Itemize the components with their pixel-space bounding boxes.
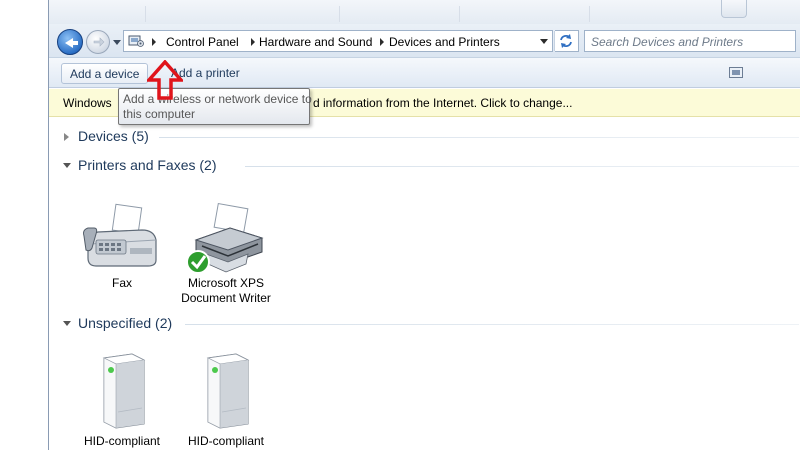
breadcrumb-separator-icon[interactable] [251,38,255,46]
control-panel-icon [128,35,144,47]
change-view-icon[interactable] [729,67,743,78]
breadcrumb-devices-and-printers[interactable]: Devices and Printers [389,35,500,49]
breadcrumb-separator-icon[interactable] [152,38,156,46]
group-unspecified-title[interactable]: Unspecified (2) [78,315,172,331]
collapse-arrow-icon[interactable] [63,163,71,168]
device-label: HID-compliant [187,434,265,448]
minimize-button[interactable] [721,0,747,18]
add-device-button[interactable]: Add a device [61,63,149,84]
address-history-dropdown-icon[interactable] [540,39,548,44]
ghost-separator [145,6,146,22]
fax-machine-icon [83,203,157,267]
group-divider [185,324,799,325]
device-label: Fax [111,276,132,290]
group-devices-title[interactable]: Devices (5) [78,128,149,144]
navigation-bar: Control Panel Hardware and Sound Devices… [49,24,800,58]
group-printers-title[interactable]: Printers and Faxes (2) [78,157,217,173]
tooltip-line-2: this computer [123,107,196,121]
red-annotation-arrow-icon [147,60,183,100]
refresh-button[interactable] [555,30,579,52]
group-divider [159,137,799,138]
forward-arrow-icon[interactable] [86,30,110,54]
ghost-separator [589,6,590,22]
address-bar[interactable]: Control Panel Hardware and Sound Devices… [123,30,555,52]
device-hid-compliant-2[interactable]: HID-compliant [171,350,281,450]
info-bar-text-start: Windows [63,96,112,110]
device-label-line-2: Document Writer [181,291,271,305]
search-placeholder: Search Devices and Printers [591,35,744,49]
group-unspecified[interactable]: Unspecified (2) [59,313,799,333]
hid-device-icon [102,353,146,429]
printer-icon [186,202,264,274]
group-devices[interactable]: Devices (5) [59,126,799,146]
device-label-line-1: Microsoft XPS [187,276,265,290]
breadcrumb-hardware-and-sound[interactable]: Hardware and Sound [259,35,372,49]
ghost-separator [339,6,340,22]
collapse-arrow-icon[interactable] [63,321,71,326]
green-check-icon [186,250,210,274]
hid-device-icon [206,353,250,429]
expand-arrow-icon[interactable] [64,133,69,141]
refresh-icon [560,34,572,48]
screen-left-margin [0,0,48,450]
info-bar-text-end: d information from the Internet. Click t… [313,96,573,110]
search-input[interactable]: Search Devices and Printers [584,30,796,52]
recent-pages-dropdown-icon[interactable] [113,40,121,45]
back-arrow-icon[interactable] [57,29,83,55]
title-bar-ghost [49,0,800,24]
devices-and-printers-window: Control Panel Hardware and Sound Devices… [48,0,800,450]
group-divider [245,166,799,167]
breadcrumb-separator-icon[interactable] [380,38,384,46]
device-microsoft-xps-document-writer[interactable]: Microsoft XPS Document Writer [171,200,281,320]
breadcrumb-control-panel[interactable]: Control Panel [166,35,239,49]
ghost-separator [459,6,460,22]
device-fax[interactable]: Fax [67,200,177,320]
device-hid-compliant-1[interactable]: HID-compliant [67,350,177,450]
device-label: HID-compliant [83,434,161,448]
group-printers-and-faxes[interactable]: Printers and Faxes (2) [59,155,799,175]
